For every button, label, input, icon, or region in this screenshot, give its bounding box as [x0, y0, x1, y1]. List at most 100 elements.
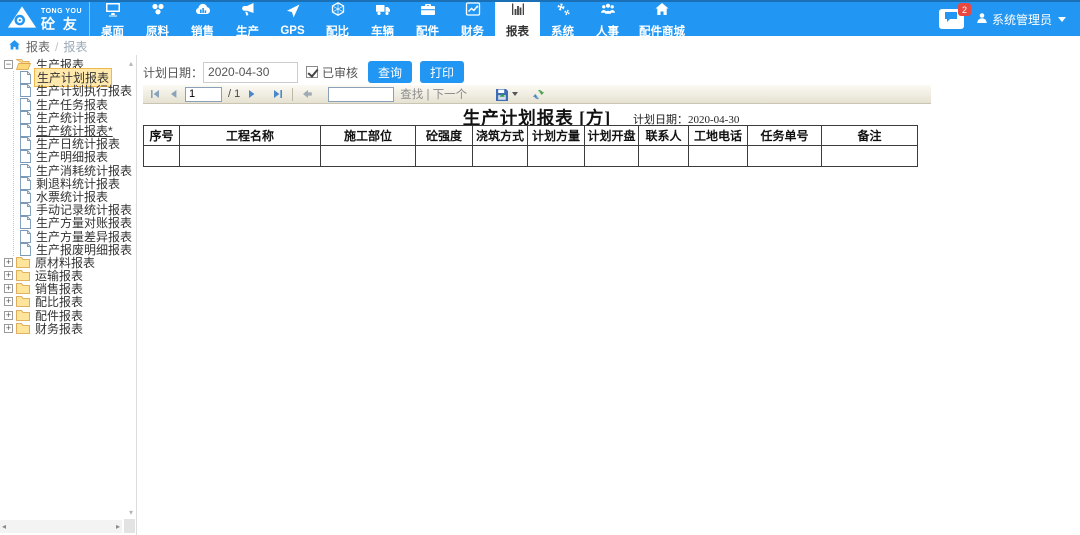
file-icon: [20, 71, 31, 84]
nav-item-parts-mall[interactable]: 配件商城: [630, 2, 694, 36]
print-button[interactable]: 打印: [420, 61, 464, 83]
table-cell: [748, 146, 822, 167]
table-header-row: 序号 工程名称 施工部位 砼强度 浇筑方式 计划方量 计划开盘 联系人 工地电话…: [144, 126, 918, 146]
nav-label: 车辆: [371, 23, 394, 39]
page-total: / 1: [228, 88, 240, 100]
column-header: 联系人: [639, 126, 689, 146]
messages-button[interactable]: 2: [939, 9, 964, 29]
chevron-down-icon: [1058, 17, 1066, 22]
nav-label: 配件: [416, 23, 439, 39]
nav-item-finance[interactable]: 财务: [450, 2, 495, 36]
app-window: TONG YOU 砼 友 桌面 原料 销售 生产 GP: [0, 0, 1080, 535]
column-header: 计划开盘: [585, 126, 639, 146]
scrollbar-up-arrow[interactable]: ▴: [129, 59, 133, 68]
scrollbar-down-arrow[interactable]: ▾: [129, 508, 133, 517]
table-cell: [321, 146, 416, 167]
column-header: 浇筑方式: [473, 126, 528, 146]
find-label[interactable]: 查找: [400, 89, 423, 101]
nav-item-vehicles[interactable]: 车辆: [360, 2, 405, 36]
vertical-scrollbar-thumb[interactable]: [124, 519, 135, 533]
report-tree-sidebar: − 生产报表 生产计划报表 生产计划执行报表 生产任务报表 生产统计报表 生产统…: [0, 55, 137, 535]
nav-item-hr[interactable]: 人事: [585, 2, 630, 36]
scrollbar-left-arrow[interactable]: ◂: [2, 522, 6, 531]
breadcrumb-root[interactable]: 报表: [26, 38, 50, 55]
back-to-parent-icon[interactable]: [301, 88, 314, 100]
breadcrumb: 报表 / 报表: [0, 38, 1080, 55]
report-bars-icon: [509, 1, 527, 22]
user-menu[interactable]: 系统管理员: [976, 11, 1066, 28]
people-icon: [599, 1, 617, 22]
export-save-icon[interactable]: [495, 88, 518, 101]
report-tree: − 生产报表 生产计划报表 生产计划执行报表 生产任务报表 生产统计报表 生产统…: [0, 55, 136, 335]
expand-icon[interactable]: +: [4, 284, 13, 293]
file-icon: [20, 84, 31, 97]
expand-icon[interactable]: +: [4, 311, 13, 320]
nav-item-system[interactable]: 系统: [540, 2, 585, 36]
file-icon: [20, 137, 31, 150]
chat-bubble-icon: [944, 10, 958, 28]
nav-item-materials[interactable]: 原料: [135, 2, 180, 36]
column-header: 计划方量: [528, 126, 585, 146]
next-label[interactable]: 下一个: [433, 89, 468, 101]
tree-children: 生产计划报表 生产计划执行报表 生产任务报表 生产统计报表 生产统计报表* 生产…: [13, 71, 136, 256]
logo-line2: 砼 友: [41, 17, 82, 31]
app-logo: TONG YOU 砼 友: [0, 2, 90, 36]
column-header: 序号: [144, 126, 180, 146]
desktop-icon: [104, 1, 122, 22]
find-next-links[interactable]: 查找 | 下一个: [400, 86, 467, 102]
hexagon-ratio-icon: [329, 1, 347, 22]
tree-folder-finance-reports[interactable]: +财务报表: [4, 322, 136, 335]
column-header: 任务单号: [748, 126, 822, 146]
plan-date-label: 计划日期：: [143, 64, 203, 81]
first-page-icon[interactable]: [149, 88, 161, 100]
table-cell: [585, 146, 639, 167]
table-row: [144, 146, 918, 167]
nav-item-sales[interactable]: 销售: [180, 2, 225, 36]
collapse-icon[interactable]: −: [4, 60, 13, 69]
table-cell: [528, 146, 585, 167]
export-dropdown-caret[interactable]: [512, 92, 518, 96]
top-nav-bar: TONG YOU 砼 友 桌面 原料 销售 生产 GP: [0, 0, 1080, 36]
home-icon[interactable]: [8, 39, 21, 54]
nav-label: 人事: [596, 23, 619, 39]
scrollbar-right-arrow[interactable]: ▸: [116, 522, 120, 531]
prev-page-icon[interactable]: [167, 88, 179, 100]
nav-label: 系统: [551, 23, 574, 39]
find-separator: |: [426, 89, 429, 101]
folder-icon: [16, 323, 30, 334]
folder-icon: [16, 283, 30, 294]
file-icon: [20, 203, 31, 216]
expand-icon[interactable]: +: [4, 258, 13, 267]
folder-icon: [16, 310, 30, 321]
table-cell: [416, 146, 473, 167]
briefcase-icon: [419, 1, 437, 22]
nav-item-ratio[interactable]: 配比: [315, 2, 360, 36]
report-title-bar: 生产计划报表 [方] 计划日期：2020-04-30: [143, 105, 931, 127]
nav-item-desktop[interactable]: 桌面: [90, 2, 135, 36]
refresh-icon[interactable]: [532, 88, 545, 101]
file-icon: [20, 243, 31, 256]
message-count-badge: 2: [958, 3, 971, 16]
last-page-icon[interactable]: [272, 88, 284, 100]
expand-icon[interactable]: +: [4, 271, 13, 280]
user-icon: [976, 12, 988, 27]
nav-item-reports[interactable]: 报表: [495, 2, 540, 36]
nav-item-gps[interactable]: GPS: [270, 2, 315, 36]
audited-checkbox[interactable]: [306, 66, 318, 78]
main-content: 计划日期： 已审核 查询 打印 / 1 查找 | 下一个: [138, 55, 1080, 535]
expand-icon[interactable]: +: [4, 297, 13, 306]
gears-icon: [554, 1, 572, 22]
nav-item-parts[interactable]: 配件: [405, 2, 450, 36]
page-number-input[interactable]: [185, 87, 222, 102]
expand-icon[interactable]: +: [4, 324, 13, 333]
nav-item-production[interactable]: 生产: [225, 2, 270, 36]
file-icon: [20, 164, 31, 177]
search-input[interactable]: [328, 87, 394, 102]
next-page-icon[interactable]: [246, 88, 258, 100]
column-header: 备注: [822, 126, 918, 146]
horizontal-scrollbar[interactable]: ◂▸: [0, 520, 122, 533]
plan-date-input[interactable]: [203, 62, 298, 83]
query-button[interactable]: 查询: [368, 61, 412, 83]
logo-line1: TONG YOU: [41, 8, 82, 15]
file-icon: [20, 230, 31, 243]
